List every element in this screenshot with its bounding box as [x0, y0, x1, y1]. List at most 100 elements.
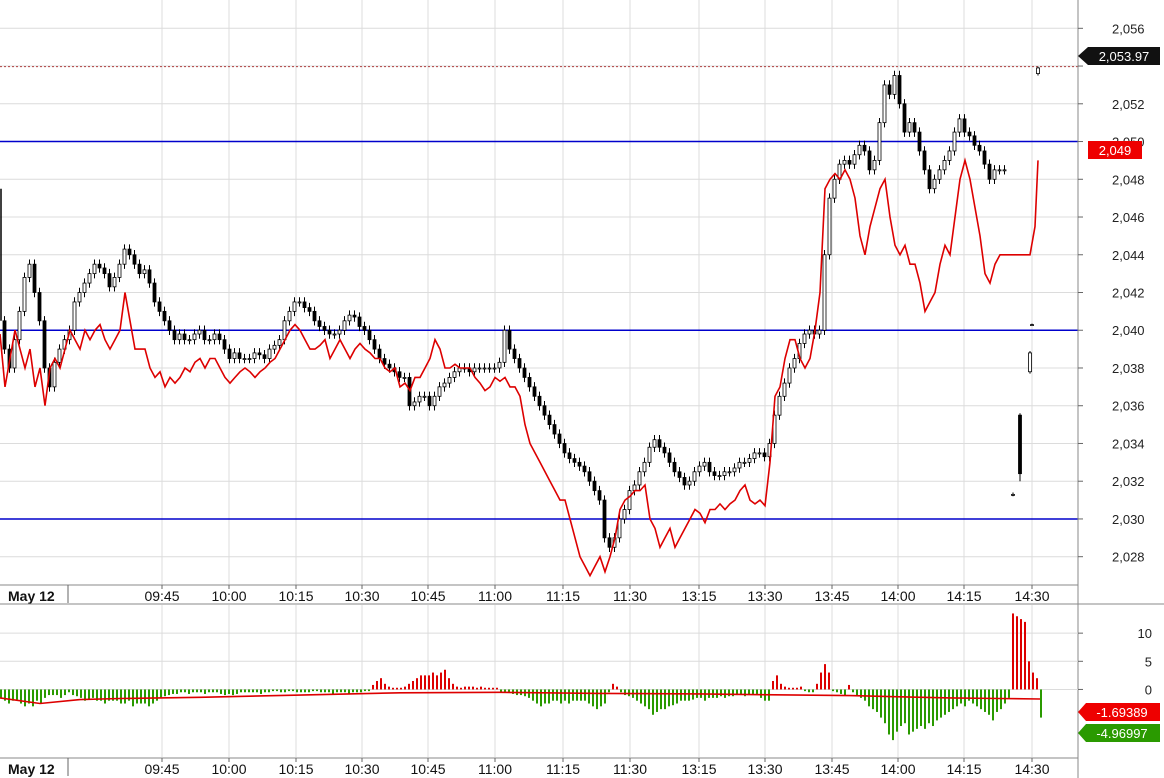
- price-tick-label: 2,042: [1112, 286, 1145, 301]
- candle-down: [962, 118, 967, 133]
- time-tick-label: 14:15: [946, 761, 981, 777]
- oscillator-tick-label: 0: [1145, 682, 1152, 697]
- candle-down: [507, 329, 512, 350]
- candle-down: [227, 348, 232, 359]
- candle-up: [412, 401, 417, 407]
- candle-up: [252, 352, 257, 359]
- candle-up: [947, 150, 952, 161]
- oscillator-tags: -1.69389 -4.96997: [1078, 703, 1160, 742]
- candle-up: [52, 361, 57, 388]
- candle-up: [652, 439, 657, 448]
- candle-up: [482, 367, 487, 370]
- candle-up: [332, 333, 337, 336]
- candle-up: [17, 310, 22, 341]
- price-panel[interactable]: [0, 0, 1078, 585]
- time-tick-label: 13:30: [747, 761, 782, 777]
- time-tick-label: 14:00: [880, 588, 915, 604]
- candle-up: [747, 458, 752, 463]
- price-tick-label: 2,052: [1112, 97, 1145, 112]
- candle-down: [2, 320, 7, 350]
- price-tick-label: 2,056: [1112, 21, 1145, 36]
- candle-down: [982, 150, 987, 165]
- time-tick-label: 14:30: [1014, 588, 1049, 604]
- candle-up: [142, 269, 147, 275]
- time-tick-label: 14:00: [880, 761, 915, 777]
- candle-up: [857, 144, 862, 156]
- candle-up: [117, 263, 122, 278]
- oscillator-grid: [0, 605, 1078, 757]
- candle-up: [82, 282, 87, 293]
- candle-up: [1011, 494, 1015, 496]
- candle-up: [122, 248, 127, 265]
- candle-down: [322, 326, 327, 331]
- candle-down: [707, 461, 712, 473]
- oscillator-panel[interactable]: [0, 605, 1078, 757]
- candle-up: [642, 461, 647, 473]
- time-tick-label: 13:45: [814, 588, 849, 604]
- candle-down: [582, 465, 587, 473]
- time-tick-label: 11:30: [613, 588, 647, 604]
- candle-up: [842, 160, 847, 165]
- last-price-label: 2,053.97: [1099, 49, 1150, 64]
- candle-up: [687, 480, 692, 486]
- candle-down: [327, 329, 332, 335]
- candle-up: [1028, 352, 1032, 373]
- candle-down: [867, 150, 872, 171]
- candle-up: [942, 160, 947, 171]
- candle-down: [577, 461, 582, 467]
- candle-down: [352, 314, 357, 318]
- candle-down: [147, 269, 152, 284]
- candle-up: [952, 131, 957, 152]
- candle-down: [517, 358, 522, 369]
- candle-up: [882, 84, 887, 124]
- candle-down: [152, 282, 157, 303]
- candle-down: [182, 333, 187, 341]
- candle-down: [587, 471, 592, 482]
- candle-down: [397, 371, 402, 378]
- candle-down: [357, 316, 362, 327]
- candle-down: [317, 320, 322, 327]
- candle-down: [537, 395, 542, 407]
- candle-down: [32, 263, 37, 293]
- candle-down: [527, 377, 532, 388]
- time-tick-label: 09:45: [144, 588, 179, 604]
- candle-up: [452, 371, 457, 378]
- candle-down: [377, 348, 382, 359]
- price-tick-label: 2,034: [1112, 436, 1145, 451]
- candle-down: [387, 363, 392, 369]
- time-axis-top: May 12 09:45 10:00 10:15 10:30 10:45 11:00 11:1…: [8, 585, 1050, 604]
- candle-up: [702, 461, 707, 467]
- candle-down: [597, 490, 602, 501]
- candle-down: [682, 477, 687, 486]
- candle-up: [487, 367, 492, 370]
- candle-down: [927, 169, 932, 190]
- candle-up: [497, 361, 502, 369]
- candle-up: [432, 395, 437, 407]
- candle-down: [562, 443, 567, 454]
- candle-down: [512, 348, 517, 359]
- candle-up: [492, 367, 497, 370]
- candle-up: [907, 122, 912, 133]
- candle-down: [607, 537, 612, 548]
- candle-up: [212, 333, 217, 341]
- candle-up: [757, 452, 762, 455]
- candle-down: [367, 329, 372, 341]
- candle-down: [972, 135, 977, 146]
- candle-up: [402, 377, 407, 379]
- candle-up: [22, 277, 27, 312]
- candle-up: [622, 509, 627, 520]
- candle-up: [727, 471, 732, 474]
- candle-up: [292, 301, 297, 312]
- time-tick-label: 10:45: [410, 588, 445, 604]
- time-tick-label: 13:15: [681, 588, 716, 604]
- candle-down: [762, 452, 767, 458]
- candle-down: [912, 122, 917, 133]
- candle-down: [567, 452, 572, 459]
- oscillator-bars: [0, 613, 1042, 741]
- candle-up: [647, 446, 652, 463]
- time-tick-label: 10:45: [410, 761, 445, 777]
- candle-down: [237, 352, 242, 359]
- candle-down: [262, 354, 267, 359]
- candle-up: [57, 348, 62, 363]
- candle-up: [737, 461, 742, 469]
